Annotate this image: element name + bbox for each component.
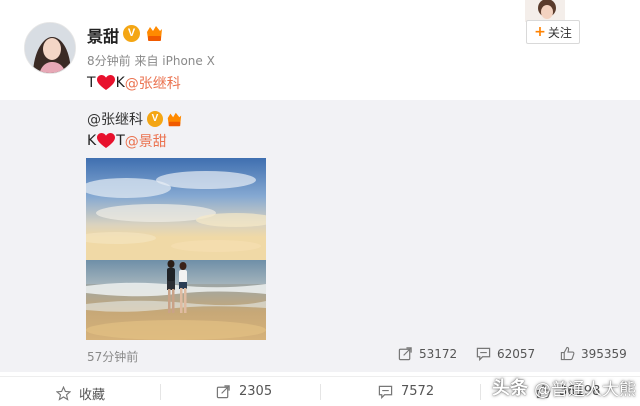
beach-photo[interactable] bbox=[86, 158, 266, 340]
plus-icon: + bbox=[534, 24, 546, 40]
original-text-start: K bbox=[87, 133, 97, 149]
post-meta: 8分钟前 来自 iPhone X bbox=[87, 54, 215, 68]
share-icon bbox=[398, 347, 412, 361]
original-post-time: 57分钟前 bbox=[87, 350, 139, 364]
comment-count-value: 62057 bbox=[497, 346, 536, 361]
like-count-value: 395359 bbox=[581, 346, 627, 361]
original-author: @张继科 V bbox=[87, 109, 183, 129]
follow-button[interactable]: + 关注 bbox=[526, 20, 580, 44]
author-name[interactable]: 景甜 bbox=[87, 23, 119, 47]
heart-icon bbox=[97, 133, 116, 148]
divider bbox=[480, 384, 481, 400]
vip-badge-icon bbox=[144, 24, 164, 43]
post-text-start: T bbox=[87, 75, 96, 91]
favorite-button[interactable]: 收藏 bbox=[56, 384, 105, 403]
comment-count: 7572 bbox=[401, 384, 435, 399]
thumbs-up-icon bbox=[560, 346, 575, 361]
comment-icon bbox=[378, 385, 393, 399]
repost-count: 2305 bbox=[239, 384, 273, 399]
follow-label: 关注 bbox=[547, 25, 572, 40]
favorite-label: 收藏 bbox=[79, 388, 106, 403]
mention-link[interactable]: @景甜 bbox=[125, 131, 167, 151]
watermark: 头条 @普通人大熊 bbox=[490, 368, 640, 406]
verified-badge-icon: V bbox=[123, 25, 140, 42]
post-text: T K @张继科 bbox=[87, 73, 181, 93]
author-avatar[interactable] bbox=[24, 22, 76, 74]
original-text-end: T bbox=[116, 133, 125, 149]
divider bbox=[320, 384, 321, 400]
comment-button[interactable]: 7572 bbox=[378, 384, 434, 399]
star-icon bbox=[56, 386, 71, 401]
comment-icon bbox=[476, 347, 491, 361]
mention-link[interactable]: @张继科 bbox=[125, 73, 181, 93]
follow-avatar-thumbnail bbox=[525, 0, 565, 22]
vip-badge-icon bbox=[167, 112, 182, 126]
original-comment-count[interactable]: 62057 bbox=[476, 346, 535, 361]
share-icon bbox=[216, 385, 230, 399]
original-post-text: K T @景甜 bbox=[87, 131, 167, 151]
divider bbox=[160, 384, 161, 400]
repost-button[interactable]: 2305 bbox=[216, 384, 272, 399]
post-text-end: K bbox=[115, 75, 125, 91]
original-repost-count[interactable]: 53172 bbox=[398, 346, 457, 361]
watermark-account: @普通人大熊 bbox=[534, 379, 636, 400]
original-like-count[interactable]: 395359 bbox=[560, 346, 627, 361]
weibo-post-card: 景甜 V 8分钟前 来自 iPhone X T K @张继科 + 关注 @张继科… bbox=[0, 0, 640, 406]
verified-badge-icon: V bbox=[147, 111, 163, 127]
original-author-name[interactable]: @张继科 bbox=[87, 109, 143, 129]
watermark-platform: 头条 bbox=[492, 378, 528, 399]
repost-count-value: 53172 bbox=[419, 346, 458, 361]
heart-icon bbox=[96, 75, 115, 90]
